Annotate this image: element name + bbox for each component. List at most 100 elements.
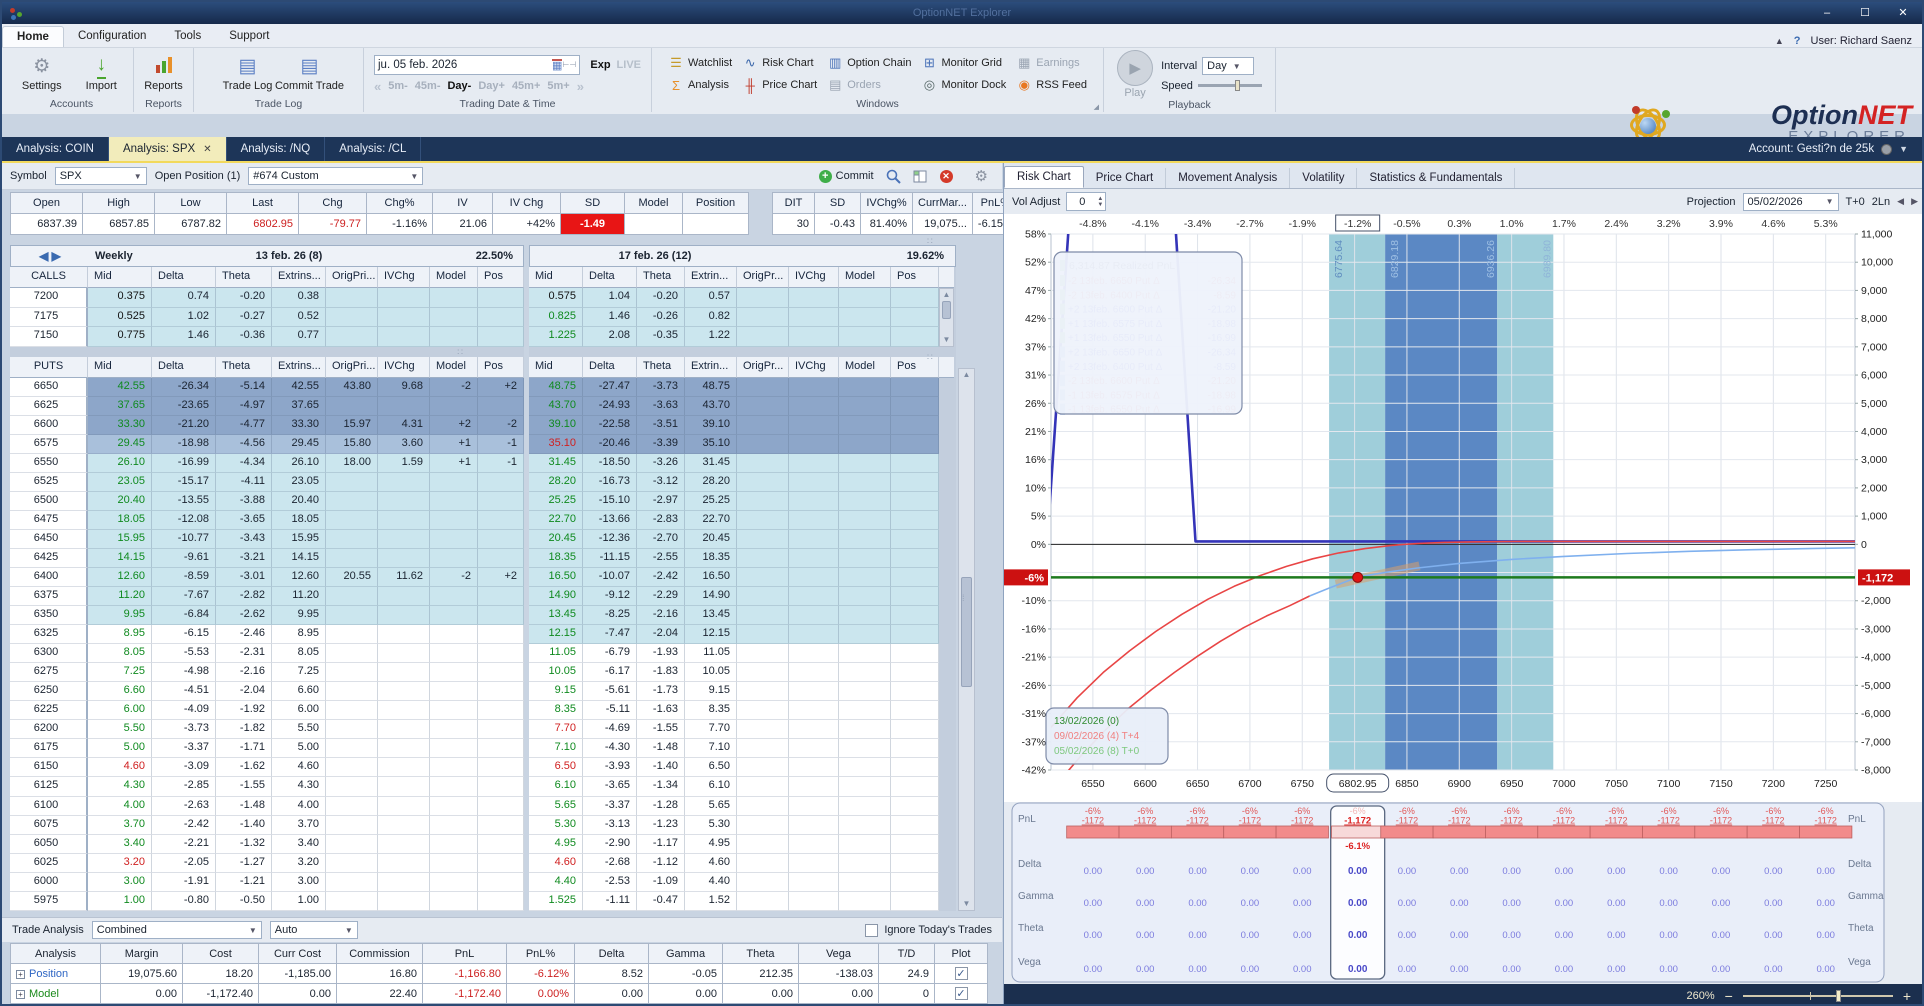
option-cell[interactable] bbox=[891, 625, 939, 645]
option-cell[interactable]: -11.15 bbox=[583, 548, 637, 568]
strike-cell[interactable]: 6225 bbox=[10, 701, 88, 721]
forward-icon[interactable]: » bbox=[577, 79, 584, 94]
strike-cell[interactable]: 6350 bbox=[10, 606, 88, 626]
option-cell[interactable] bbox=[378, 644, 430, 664]
option-cell[interactable] bbox=[478, 396, 524, 416]
option-cell[interactable]: 5.30 bbox=[529, 815, 583, 835]
play-button[interactable]: ▶ bbox=[1117, 50, 1154, 86]
option-cell[interactable] bbox=[891, 472, 939, 492]
strike-cell[interactable]: 6175 bbox=[10, 739, 88, 759]
option-cell[interactable] bbox=[326, 720, 378, 740]
option-cell[interactable]: -24.93 bbox=[583, 396, 637, 416]
option-cell[interactable]: -3.26 bbox=[637, 453, 685, 473]
option-cell[interactable] bbox=[378, 758, 430, 778]
option-cell[interactable] bbox=[891, 529, 939, 549]
option-cell[interactable]: 1.52 bbox=[685, 891, 737, 911]
option-cell[interactable]: 25.25 bbox=[529, 491, 583, 511]
window-button-risk-chart[interactable]: ∿ Risk Chart bbox=[742, 54, 817, 72]
option-cell[interactable]: 4.60 bbox=[529, 853, 583, 873]
strike-cell[interactable]: 6425 bbox=[10, 548, 88, 568]
option-cell[interactable] bbox=[326, 327, 378, 347]
option-cell[interactable] bbox=[737, 796, 789, 816]
option-cell[interactable] bbox=[430, 682, 478, 702]
option-cell[interactable] bbox=[430, 587, 478, 607]
option-cell[interactable] bbox=[891, 377, 939, 397]
option-cell[interactable]: -3.63 bbox=[637, 396, 685, 416]
option-cell[interactable]: -3.93 bbox=[583, 758, 637, 778]
option-cell[interactable]: -1.12 bbox=[637, 853, 685, 873]
option-cell[interactable]: 14.15 bbox=[88, 548, 152, 568]
maximize-button[interactable]: ☐ bbox=[1846, 4, 1884, 22]
option-cell[interactable] bbox=[737, 777, 789, 797]
option-cell[interactable] bbox=[789, 510, 839, 530]
option-cell[interactable]: -1.40 bbox=[216, 815, 272, 835]
option-cell[interactable] bbox=[891, 587, 939, 607]
commit-button[interactable]: + Commit bbox=[818, 169, 874, 183]
option-cell[interactable] bbox=[430, 701, 478, 721]
option-cell[interactable] bbox=[478, 587, 524, 607]
option-cell[interactable] bbox=[430, 739, 478, 759]
time-step-5mplus[interactable]: 5m+ bbox=[547, 80, 569, 92]
option-cell[interactable]: -12.08 bbox=[152, 510, 216, 530]
option-cell[interactable]: 20.55 bbox=[326, 567, 378, 588]
option-cell[interactable]: -4.98 bbox=[152, 663, 216, 683]
option-cell[interactable]: -3.43 bbox=[216, 529, 272, 549]
option-cell[interactable] bbox=[789, 327, 839, 347]
option-cell[interactable]: -2.04 bbox=[637, 625, 685, 645]
option-cell[interactable]: -1.34 bbox=[637, 777, 685, 797]
option-cell[interactable] bbox=[326, 815, 378, 835]
option-cell[interactable]: 18.00 bbox=[326, 453, 378, 473]
option-cell[interactable]: 6.60 bbox=[88, 682, 152, 702]
option-cell[interactable] bbox=[478, 701, 524, 721]
option-cell[interactable]: 5.00 bbox=[88, 739, 152, 759]
option-cell[interactable]: 7.10 bbox=[529, 739, 583, 759]
option-cell[interactable] bbox=[430, 891, 478, 911]
option-cell[interactable]: -3.21 bbox=[216, 548, 272, 568]
option-cell[interactable]: 48.75 bbox=[529, 377, 583, 397]
option-cell[interactable]: -8.25 bbox=[583, 606, 637, 626]
option-cell[interactable] bbox=[326, 472, 378, 492]
strike-cell[interactable]: 6000 bbox=[10, 872, 88, 892]
option-cell[interactable]: 5.65 bbox=[529, 796, 583, 816]
option-cell[interactable]: 16.50 bbox=[529, 567, 583, 588]
option-cell[interactable]: -1.09 bbox=[637, 872, 685, 892]
option-cell[interactable]: 3.00 bbox=[272, 872, 326, 892]
option-cell[interactable] bbox=[789, 891, 839, 911]
zoom-out-icon[interactable]: − bbox=[1725, 988, 1733, 1004]
option-cell[interactable]: -5.11 bbox=[583, 701, 637, 721]
option-cell[interactable] bbox=[326, 758, 378, 778]
option-cell[interactable]: 37.65 bbox=[272, 396, 326, 416]
option-cell[interactable] bbox=[737, 491, 789, 511]
option-cell[interactable] bbox=[378, 891, 430, 911]
option-cell[interactable]: -15.17 bbox=[152, 472, 216, 492]
option-cell[interactable]: -2.16 bbox=[216, 663, 272, 683]
option-cell[interactable]: -6.17 bbox=[583, 663, 637, 683]
option-cell[interactable]: -1.82 bbox=[216, 720, 272, 740]
option-cell[interactable]: -2 bbox=[478, 415, 524, 435]
option-cell[interactable]: -6.15 bbox=[152, 625, 216, 645]
option-cell[interactable]: -0.36 bbox=[216, 327, 272, 347]
option-cell[interactable]: 11.20 bbox=[88, 587, 152, 607]
option-cell[interactable]: 4.00 bbox=[272, 796, 326, 816]
option-cell[interactable] bbox=[789, 777, 839, 797]
panel-tab-price-chart[interactable]: Price Chart bbox=[1084, 168, 1167, 188]
ribbon-button-settings[interactable]: ⚙ Settings bbox=[14, 56, 70, 92]
option-cell[interactable]: 6.60 bbox=[272, 682, 326, 702]
option-cell[interactable]: 4.30 bbox=[88, 777, 152, 797]
option-cell[interactable] bbox=[378, 472, 430, 492]
option-cell[interactable]: 20.45 bbox=[685, 529, 737, 549]
option-cell[interactable] bbox=[789, 625, 839, 645]
option-cell[interactable]: -1.21 bbox=[216, 872, 272, 892]
option-cell[interactable]: 13.45 bbox=[685, 606, 737, 626]
remove-icon[interactable]: ✕ bbox=[939, 169, 953, 183]
option-cell[interactable]: 5.65 bbox=[685, 796, 737, 816]
zoom-in-icon[interactable]: + bbox=[1903, 988, 1911, 1004]
option-cell[interactable]: 8.05 bbox=[272, 644, 326, 664]
option-cell[interactable] bbox=[378, 777, 430, 797]
option-cell[interactable]: -23.65 bbox=[152, 396, 216, 416]
strike-cell[interactable]: 6600 bbox=[10, 415, 88, 435]
strike-cell[interactable]: 6400 bbox=[10, 567, 88, 588]
option-cell[interactable] bbox=[326, 796, 378, 816]
option-cell[interactable] bbox=[789, 529, 839, 549]
option-cell[interactable]: 23.05 bbox=[88, 472, 152, 492]
